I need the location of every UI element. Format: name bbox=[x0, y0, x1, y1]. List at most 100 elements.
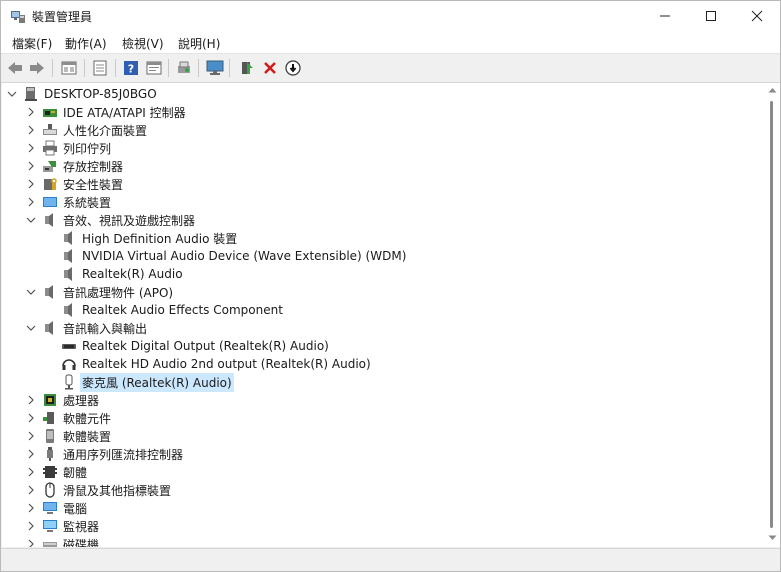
speaker-device-icon bbox=[61, 302, 77, 318]
forward-icon[interactable] bbox=[26, 57, 48, 79]
collapse-chevron-icon[interactable] bbox=[24, 319, 38, 337]
toolbar-separator bbox=[168, 59, 169, 77]
speaker-icon bbox=[42, 284, 58, 300]
tree-device-8-2[interactable]: 麥克風 (Realtek(R) Audio) bbox=[43, 372, 234, 392]
tree-category-14[interactable]: 滑鼠及其他指標裝置 bbox=[24, 481, 173, 499]
tree-category-12[interactable]: 通用序列匯流排控制器 bbox=[24, 445, 185, 463]
hid-icon bbox=[42, 122, 58, 138]
computer-icon bbox=[42, 500, 58, 516]
tree-category-8[interactable]: 音訊輸入與輸出 bbox=[24, 319, 149, 337]
scroll-up-arrow-icon[interactable] bbox=[768, 87, 777, 93]
menu-action[interactable]: 動作(A) bbox=[65, 35, 107, 52]
tree-category-4[interactable]: 安全性裝置 bbox=[24, 175, 125, 193]
expand-chevron-icon[interactable] bbox=[24, 391, 38, 409]
tree-device-8-0[interactable]: Realtek Digital Output (Realtek(R) Audio… bbox=[43, 337, 331, 355]
toolbar-separator bbox=[198, 59, 199, 77]
tree-category-11[interactable]: 軟體裝置 bbox=[24, 427, 113, 445]
scroll-down-arrow-icon[interactable] bbox=[768, 535, 777, 541]
tree-item-label: 軟體元件 bbox=[63, 411, 112, 426]
show-icon[interactable] bbox=[143, 57, 165, 79]
tree-item-label: 麥克風 (Realtek(R) Audio) bbox=[80, 372, 234, 392]
expand-chevron-icon[interactable] bbox=[24, 499, 38, 517]
tree-device-6-2[interactable]: Realtek(R) Audio bbox=[43, 265, 185, 283]
computer-root-icon bbox=[23, 86, 39, 102]
expand-chevron-icon[interactable] bbox=[24, 445, 38, 463]
device-manager-window: 裝置管理員 檔案(F) 動作(A) 檢視(V) 說明(H) ? DESKTOP-… bbox=[0, 0, 781, 572]
scan-icon[interactable] bbox=[173, 57, 195, 79]
collapse-chevron-icon[interactable] bbox=[24, 283, 38, 301]
tree-category-7[interactable]: 音訊處理物件 (APO) bbox=[24, 283, 175, 301]
expand-chevron-icon[interactable] bbox=[24, 139, 38, 157]
maximize-button[interactable] bbox=[688, 1, 734, 31]
vertical-scrollbar[interactable] bbox=[765, 83, 780, 547]
menu-help[interactable]: 說明(H) bbox=[178, 35, 220, 52]
tree-device-6-0[interactable]: High Definition Audio 裝置 bbox=[43, 229, 239, 247]
disable-icon[interactable] bbox=[282, 57, 304, 79]
update-driver-icon[interactable] bbox=[236, 57, 258, 79]
tree-category-15[interactable]: 電腦 bbox=[24, 499, 89, 517]
tree-category-6[interactable]: 音效、視訊及遊戲控制器 bbox=[24, 211, 197, 229]
expand-chevron-icon[interactable] bbox=[24, 409, 38, 427]
tree-category-1[interactable]: 人性化介面裝置 bbox=[24, 121, 149, 139]
tree-item-label: High Definition Audio 裝置 bbox=[82, 231, 238, 246]
monitor-icon[interactable] bbox=[204, 57, 226, 79]
tree-category-13[interactable]: 韌體 bbox=[24, 463, 89, 481]
menu-bar: 檔案(F) 動作(A) 檢視(V) 說明(H) bbox=[1, 31, 780, 54]
tree-category-2[interactable]: 列印佇列 bbox=[24, 139, 113, 157]
collapse-chevron-icon[interactable] bbox=[24, 211, 38, 229]
microphone-icon bbox=[61, 374, 77, 390]
tree-item-label: 韌體 bbox=[63, 465, 88, 480]
expand-chevron-icon[interactable] bbox=[24, 517, 38, 535]
uninstall-icon[interactable] bbox=[259, 57, 281, 79]
tree-category-17[interactable]: 磁碟機 bbox=[24, 535, 101, 547]
tree-category-5[interactable]: 系統裝置 bbox=[24, 193, 113, 211]
tree-category-16[interactable]: 監視器 bbox=[24, 517, 101, 535]
minimize-button[interactable] bbox=[642, 1, 688, 31]
device-tree[interactable]: DESKTOP-85J0BGO IDE ATA/ATAPI 控制器 人性化介面裝置列… bbox=[2, 83, 765, 547]
tree-item-label: 存放控制器 bbox=[63, 159, 124, 174]
tree-category-10[interactable]: 軟體元件 bbox=[24, 409, 113, 427]
tree-device-6-1[interactable]: NVIDIA Virtual Audio Device (Wave Extens… bbox=[43, 247, 408, 265]
tree-item-label: 電腦 bbox=[63, 501, 88, 516]
tree-category-3[interactable]: 存放控制器 bbox=[24, 157, 125, 175]
title-bar[interactable]: 裝置管理員 bbox=[1, 1, 780, 31]
security-device-icon bbox=[42, 176, 58, 192]
scrollbar-thumb[interactable] bbox=[770, 101, 773, 528]
expand-chevron-icon[interactable] bbox=[24, 535, 38, 547]
view-icon[interactable] bbox=[89, 57, 111, 79]
expand-chevron-icon[interactable] bbox=[24, 121, 38, 139]
collapse-chevron-icon[interactable] bbox=[5, 85, 19, 103]
back-icon[interactable] bbox=[4, 57, 26, 79]
tree-item-label: 音效、視訊及遊戲控制器 bbox=[63, 213, 196, 228]
tree-item-label: 音訊輸入與輸出 bbox=[63, 321, 148, 336]
toolbar-separator bbox=[115, 59, 116, 77]
tree-category-0[interactable]: IDE ATA/ATAPI 控制器 bbox=[24, 103, 188, 121]
help-icon[interactable]: ? bbox=[120, 57, 142, 79]
tree-device-7-0[interactable]: Realtek Audio Effects Component bbox=[43, 301, 285, 319]
ide-controller-icon bbox=[42, 104, 58, 120]
menu-file[interactable]: 檔案(F) bbox=[12, 35, 52, 52]
tree-device-8-1[interactable]: Realtek HD Audio 2nd output (Realtek(R) … bbox=[43, 355, 373, 373]
tree-category-9[interactable]: 處理器 bbox=[24, 391, 101, 409]
menu-view[interactable]: 檢視(V) bbox=[122, 35, 164, 52]
monitor-icon bbox=[42, 518, 58, 534]
tree-item-label: 監視器 bbox=[63, 519, 100, 534]
expand-chevron-icon[interactable] bbox=[24, 175, 38, 193]
expand-chevron-icon[interactable] bbox=[24, 463, 38, 481]
tree-root-computer[interactable]: DESKTOP-85J0BGO bbox=[5, 85, 159, 103]
expand-chevron-icon[interactable] bbox=[24, 193, 38, 211]
properties-icon[interactable] bbox=[58, 57, 80, 79]
close-button[interactable] bbox=[734, 1, 780, 31]
expand-chevron-icon[interactable] bbox=[24, 157, 38, 175]
expand-chevron-icon[interactable] bbox=[24, 103, 38, 121]
tree-item-label: 處理器 bbox=[63, 393, 100, 408]
expand-chevron-icon[interactable] bbox=[24, 481, 38, 499]
expand-chevron-icon[interactable] bbox=[24, 427, 38, 445]
tree-item-label: Realtek Digital Output (Realtek(R) Audio… bbox=[82, 339, 329, 353]
toolbar-separator bbox=[52, 59, 53, 77]
